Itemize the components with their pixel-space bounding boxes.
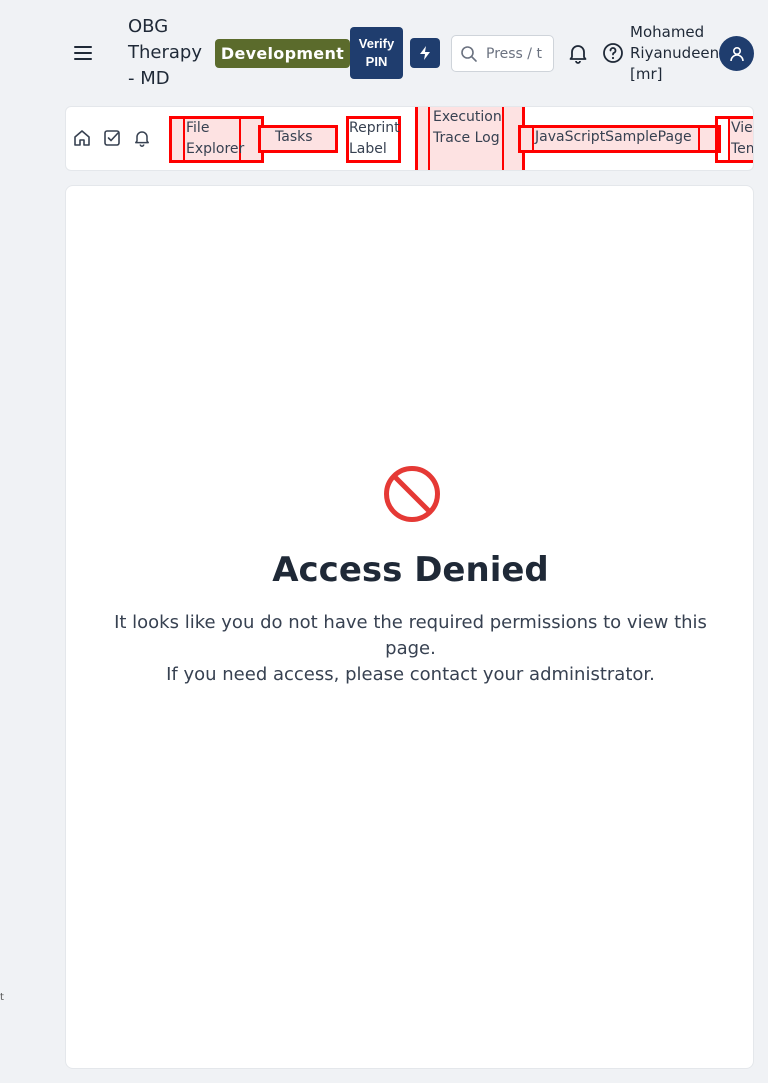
hamburger-menu-button[interactable] xyxy=(70,40,96,66)
home-icon[interactable] xyxy=(72,128,92,148)
app-title: OBG Therapy - MD xyxy=(128,16,202,89)
bell-icon[interactable] xyxy=(132,128,152,148)
prohibited-icon xyxy=(384,466,440,522)
access-denied-message-line2: If you need access, please contact your … xyxy=(166,664,655,685)
lightning-icon xyxy=(420,46,430,60)
search-input[interactable] xyxy=(486,42,550,66)
help-button[interactable] xyxy=(601,41,625,65)
bell-icon xyxy=(569,45,587,64)
user-name[interactable]: Mohamed Riyanudeen [mr] xyxy=(630,22,719,85)
verify-pin-button[interactable]: Verify PIN xyxy=(350,27,403,79)
access-denied-message: It looks like you do not have the requir… xyxy=(106,610,715,688)
access-denied-message-line1: It looks like you do not have the requir… xyxy=(114,612,707,659)
check-square-icon[interactable] xyxy=(102,128,122,148)
page-title: Access Denied xyxy=(272,550,549,590)
avatar[interactable] xyxy=(719,36,754,71)
tab-reprint-label[interactable]: Reprint Label xyxy=(349,118,401,160)
help-circle-icon xyxy=(603,43,623,63)
tab-bar: File Explorer Tasks Reprint Label Execut… xyxy=(65,106,754,171)
main-content-card: Access Denied It looks like you do not h… xyxy=(65,185,754,1069)
edge-text: t xyxy=(0,992,4,1003)
tab-view-tem[interactable]: View Tem xyxy=(731,118,753,162)
tab-javascript-sample-page[interactable]: JavaScriptSamplePage xyxy=(535,127,692,148)
user-icon xyxy=(729,46,744,61)
search-icon xyxy=(461,46,477,62)
tab-tasks[interactable]: Tasks xyxy=(275,127,313,148)
quick-action-button[interactable] xyxy=(410,38,440,68)
search-box[interactable] xyxy=(451,35,554,72)
tab-file-explorer[interactable]: File Explorer xyxy=(186,118,246,160)
notifications-button[interactable] xyxy=(566,41,590,65)
verify-pin-label: Verify PIN xyxy=(358,36,395,69)
hamburger-menu-icon xyxy=(74,46,92,60)
environment-badge: Development xyxy=(215,39,350,68)
tab-execution-trace-log[interactable]: Execution Trace Log xyxy=(433,107,503,149)
top-header: OBG Therapy - MD Development Verify PIN … xyxy=(0,0,768,106)
